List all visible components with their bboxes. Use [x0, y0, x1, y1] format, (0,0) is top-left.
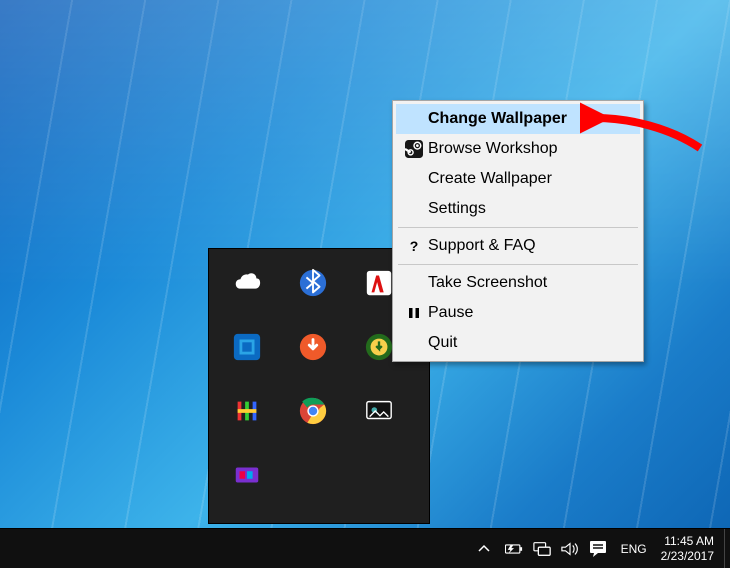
- menu-label: Change Wallpaper: [428, 110, 630, 128]
- tray-app-onedrive[interactable]: [223, 263, 271, 303]
- tray-app-wallpaper-engine[interactable]: [355, 391, 403, 431]
- menu-label: Take Screenshot: [428, 274, 630, 292]
- menu-label: Support & FAQ: [428, 237, 630, 255]
- menu-change-wallpaper[interactable]: Change Wallpaper: [396, 104, 640, 134]
- language-text: ENG: [621, 542, 647, 556]
- menu-take-screenshot[interactable]: Take Screenshot: [396, 268, 640, 298]
- show-desktop-button[interactable]: [724, 529, 730, 568]
- tray-app-media[interactable]: [223, 455, 271, 495]
- tray-overflow-chevron[interactable]: [469, 529, 499, 568]
- system-tray: [499, 540, 613, 558]
- battery-icon[interactable]: [505, 540, 523, 558]
- taskbar-clock[interactable]: 11:45 AM 2/23/2017: [655, 534, 724, 563]
- context-menu: Change Wallpaper Browse Workshop Create …: [392, 100, 644, 362]
- menu-label: Browse Workshop: [428, 140, 630, 158]
- network-icon[interactable]: [533, 540, 551, 558]
- action-center-icon[interactable]: [589, 540, 607, 558]
- menu-label: Create Wallpaper: [428, 170, 630, 188]
- menu-support-faq[interactable]: ? Support & FAQ: [396, 231, 640, 261]
- language-indicator[interactable]: ENG: [613, 542, 655, 556]
- menu-label: Quit: [428, 334, 630, 352]
- menu-separator: [398, 264, 638, 265]
- desktop[interactable]: Change Wallpaper Browse Workshop Create …: [0, 0, 730, 568]
- menu-create-wallpaper[interactable]: Create Wallpaper: [396, 164, 640, 194]
- tray-app-updater[interactable]: [289, 327, 337, 367]
- tray-app-bluetooth[interactable]: [289, 263, 337, 303]
- clock-date: 2/23/2017: [661, 549, 714, 563]
- clock-time: 11:45 AM: [661, 534, 714, 548]
- menu-browse-workshop[interactable]: Browse Workshop: [396, 134, 640, 164]
- menu-separator: [398, 227, 638, 228]
- taskbar: ENG 11:45 AM 2/23/2017: [0, 528, 730, 568]
- menu-pause[interactable]: Pause: [396, 298, 640, 328]
- menu-label: Pause: [428, 304, 630, 322]
- tray-app-intel-graphics[interactable]: [223, 327, 271, 367]
- menu-quit[interactable]: Quit: [396, 328, 640, 358]
- volume-icon[interactable]: [561, 540, 579, 558]
- tray-app-chrome[interactable]: [289, 391, 337, 431]
- question-icon: ?: [400, 238, 428, 254]
- tray-app-hotspot[interactable]: [223, 391, 271, 431]
- pause-icon: [400, 306, 428, 320]
- steam-icon: [400, 140, 428, 158]
- menu-label: Settings: [428, 200, 630, 218]
- menu-settings[interactable]: Settings: [396, 194, 640, 224]
